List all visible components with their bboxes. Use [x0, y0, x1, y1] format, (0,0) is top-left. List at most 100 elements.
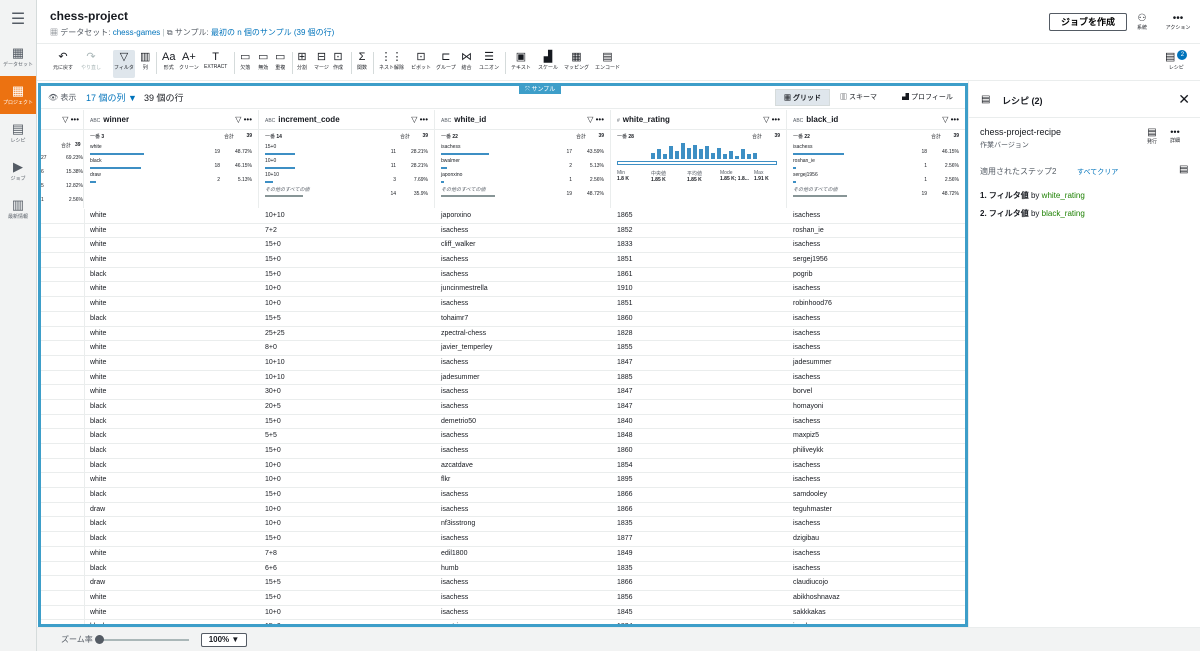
- table-cell[interactable]: 1860: [617, 315, 633, 322]
- unnest-button[interactable]: ⋮⋮ ネスト解除: [379, 50, 404, 78]
- profile-bar[interactable]: [441, 167, 447, 169]
- create-button[interactable]: ⊡ 作成: [333, 50, 343, 78]
- dataset-link[interactable]: chess-games: [113, 28, 161, 37]
- column-menu[interactable]: ▽ •••: [942, 110, 959, 130]
- histogram-bar[interactable]: [753, 153, 757, 159]
- table-cell[interactable]: 15+5: [265, 315, 281, 322]
- table-cell[interactable]: isachess: [441, 388, 468, 395]
- table-row[interactable]: white 15+0 isachess 1856 abikhoshnavaz: [41, 590, 965, 606]
- column-name[interactable]: black_id: [806, 115, 838, 124]
- table-cell[interactable]: pogrib: [793, 271, 812, 278]
- table-cell[interactable]: 1854: [617, 462, 633, 469]
- histogram-bar[interactable]: [675, 151, 679, 159]
- table-cell[interactable]: isachess: [441, 609, 468, 616]
- table-cell[interactable]: black: [90, 432, 106, 439]
- table-cell[interactable]: 10+0: [265, 300, 281, 307]
- profile-bar[interactable]: [90, 167, 141, 169]
- table-cell[interactable]: 1848: [617, 432, 633, 439]
- table-cell[interactable]: 20+5: [265, 403, 281, 410]
- table-cell[interactable]: isachess: [441, 579, 468, 586]
- table-row[interactable]: white 10+10 isachess 1847 jadesummer: [41, 355, 965, 371]
- table-cell[interactable]: white: [90, 227, 106, 234]
- table-cell[interactable]: 15+0: [265, 447, 281, 454]
- clear-all-link[interactable]: すべてクリア: [1077, 167, 1118, 177]
- table-cell[interactable]: 1866: [617, 579, 633, 586]
- sidebar-item-news[interactable]: ▥ 最新情報: [0, 190, 36, 228]
- union-button[interactable]: ☰ ユニオン: [479, 50, 499, 78]
- table-cell[interactable]: isachess: [441, 432, 468, 439]
- table-cell[interactable]: 1851: [617, 300, 633, 307]
- column-name[interactable]: increment_code: [278, 115, 339, 124]
- table-cell[interactable]: white: [90, 241, 106, 248]
- extract-button[interactable]: T EXTRACT: [204, 50, 227, 78]
- table-cell[interactable]: 30+0: [265, 388, 281, 395]
- table-cell[interactable]: claudiucojo: [793, 579, 828, 586]
- table-cell[interactable]: isachess: [793, 374, 820, 381]
- table-cell[interactable]: abikhoshnavaz: [793, 594, 840, 601]
- table-cell[interactable]: black: [90, 535, 106, 542]
- table-cell[interactable]: demetrio50: [441, 418, 476, 425]
- table-cell[interactable]: robinhood76: [793, 300, 832, 307]
- profile-bar[interactable]: [441, 195, 495, 197]
- pivot-button[interactable]: ⊡ ピボット: [411, 50, 431, 78]
- table-cell[interactable]: 15+0: [265, 535, 281, 542]
- table-row[interactable]: black 15+0 contrinuy 1834 isachess: [41, 620, 965, 624]
- join-button[interactable]: ⋈ 結合: [461, 50, 472, 78]
- table-row[interactable]: white 7+2 isachess 1852 roshan_ie: [41, 223, 965, 239]
- table-cell[interactable]: javier_temperley: [441, 344, 492, 351]
- text-button[interactable]: ▣ テキスト: [511, 50, 531, 78]
- sidebar-item-project[interactable]: ▦ プロジェクト: [0, 76, 36, 114]
- function-button[interactable]: Σ 関数: [357, 50, 367, 78]
- histogram-bar[interactable]: [669, 146, 673, 159]
- table-row[interactable]: draw 15+5 isachess 1866 claudiucojo: [41, 576, 965, 591]
- table-cell[interactable]: roshan_ie: [793, 227, 824, 234]
- table-cell[interactable]: isachess: [793, 476, 820, 483]
- table-cell[interactable]: 1833: [617, 241, 633, 248]
- profile-bar[interactable]: [441, 153, 489, 155]
- table-row[interactable]: black 15+0 isachess 1860 philiveykk: [41, 444, 965, 459]
- table-row[interactable]: black 15+0 demetrio50 1840 isachess: [41, 414, 965, 430]
- table-cell[interactable]: 1847: [617, 359, 633, 366]
- profile-bar[interactable]: [90, 153, 144, 155]
- scale-button[interactable]: ▟ スケール: [538, 50, 558, 78]
- column-count-dropdown[interactable]: 17 個の列 ▼: [86, 91, 137, 104]
- column-menu[interactable]: ▽ •••: [62, 110, 79, 130]
- table-cell[interactable]: black: [90, 447, 106, 454]
- recipe-step-1[interactable]: 1. フィルタ値 by white_rating: [980, 190, 1085, 201]
- tab-profile[interactable]: ▟ プロフィール: [894, 89, 962, 106]
- table-row[interactable]: black 15+0 isachess 1866 samdooley: [41, 488, 965, 503]
- table-cell[interactable]: white: [90, 330, 106, 337]
- table-cell[interactable]: black: [90, 271, 106, 278]
- table-cell[interactable]: homayoni: [793, 403, 823, 410]
- column-menu[interactable]: ▽ •••: [763, 110, 780, 130]
- clean-button[interactable]: A+ クリーン: [179, 50, 199, 78]
- column-menu[interactable]: ▽ •••: [587, 110, 604, 130]
- table-cell[interactable]: white: [90, 594, 106, 601]
- tab-schema[interactable]: ▥ スキーマ: [832, 89, 894, 106]
- table-row[interactable]: white 10+10 jadesummer 1885 isachess: [41, 370, 965, 386]
- recipe-toggle-button[interactable]: ▤ 2 レシピ: [1165, 50, 1188, 78]
- invalid-button[interactable]: ▭ 無効: [258, 50, 268, 78]
- table-cell[interactable]: 15+0: [265, 491, 281, 498]
- histogram-bar[interactable]: [651, 153, 655, 159]
- column-button[interactable]: ▥ 列: [140, 50, 150, 78]
- table-cell[interactable]: white: [90, 359, 106, 366]
- table-cell[interactable]: isachess: [793, 550, 820, 557]
- table-cell[interactable]: isachess: [793, 565, 820, 572]
- undo-button[interactable]: ↶ 元に戻す: [53, 50, 73, 78]
- table-cell[interactable]: 1849: [617, 550, 633, 557]
- table-row[interactable]: white 7+8 edil1800 1849 isachess: [41, 546, 965, 562]
- tab-grid[interactable]: ▦ グリッド: [775, 89, 830, 106]
- table-cell[interactable]: 1847: [617, 388, 633, 395]
- table-cell[interactable]: 1895: [617, 476, 633, 483]
- zoom-slider[interactable]: [99, 639, 189, 641]
- table-cell[interactable]: zpectral-chess: [441, 330, 486, 337]
- table-cell[interactable]: isachess: [793, 462, 820, 469]
- profile-bar[interactable]: [90, 181, 96, 183]
- table-cell[interactable]: 1835: [617, 520, 633, 527]
- group-button[interactable]: ⊏ グループ: [436, 50, 456, 78]
- table-cell[interactable]: sakkkakas: [793, 609, 826, 616]
- redo-button[interactable]: ↷ やり直し: [81, 50, 101, 78]
- table-cell[interactable]: 10+0: [265, 609, 281, 616]
- table-cell[interactable]: isachess: [441, 491, 468, 498]
